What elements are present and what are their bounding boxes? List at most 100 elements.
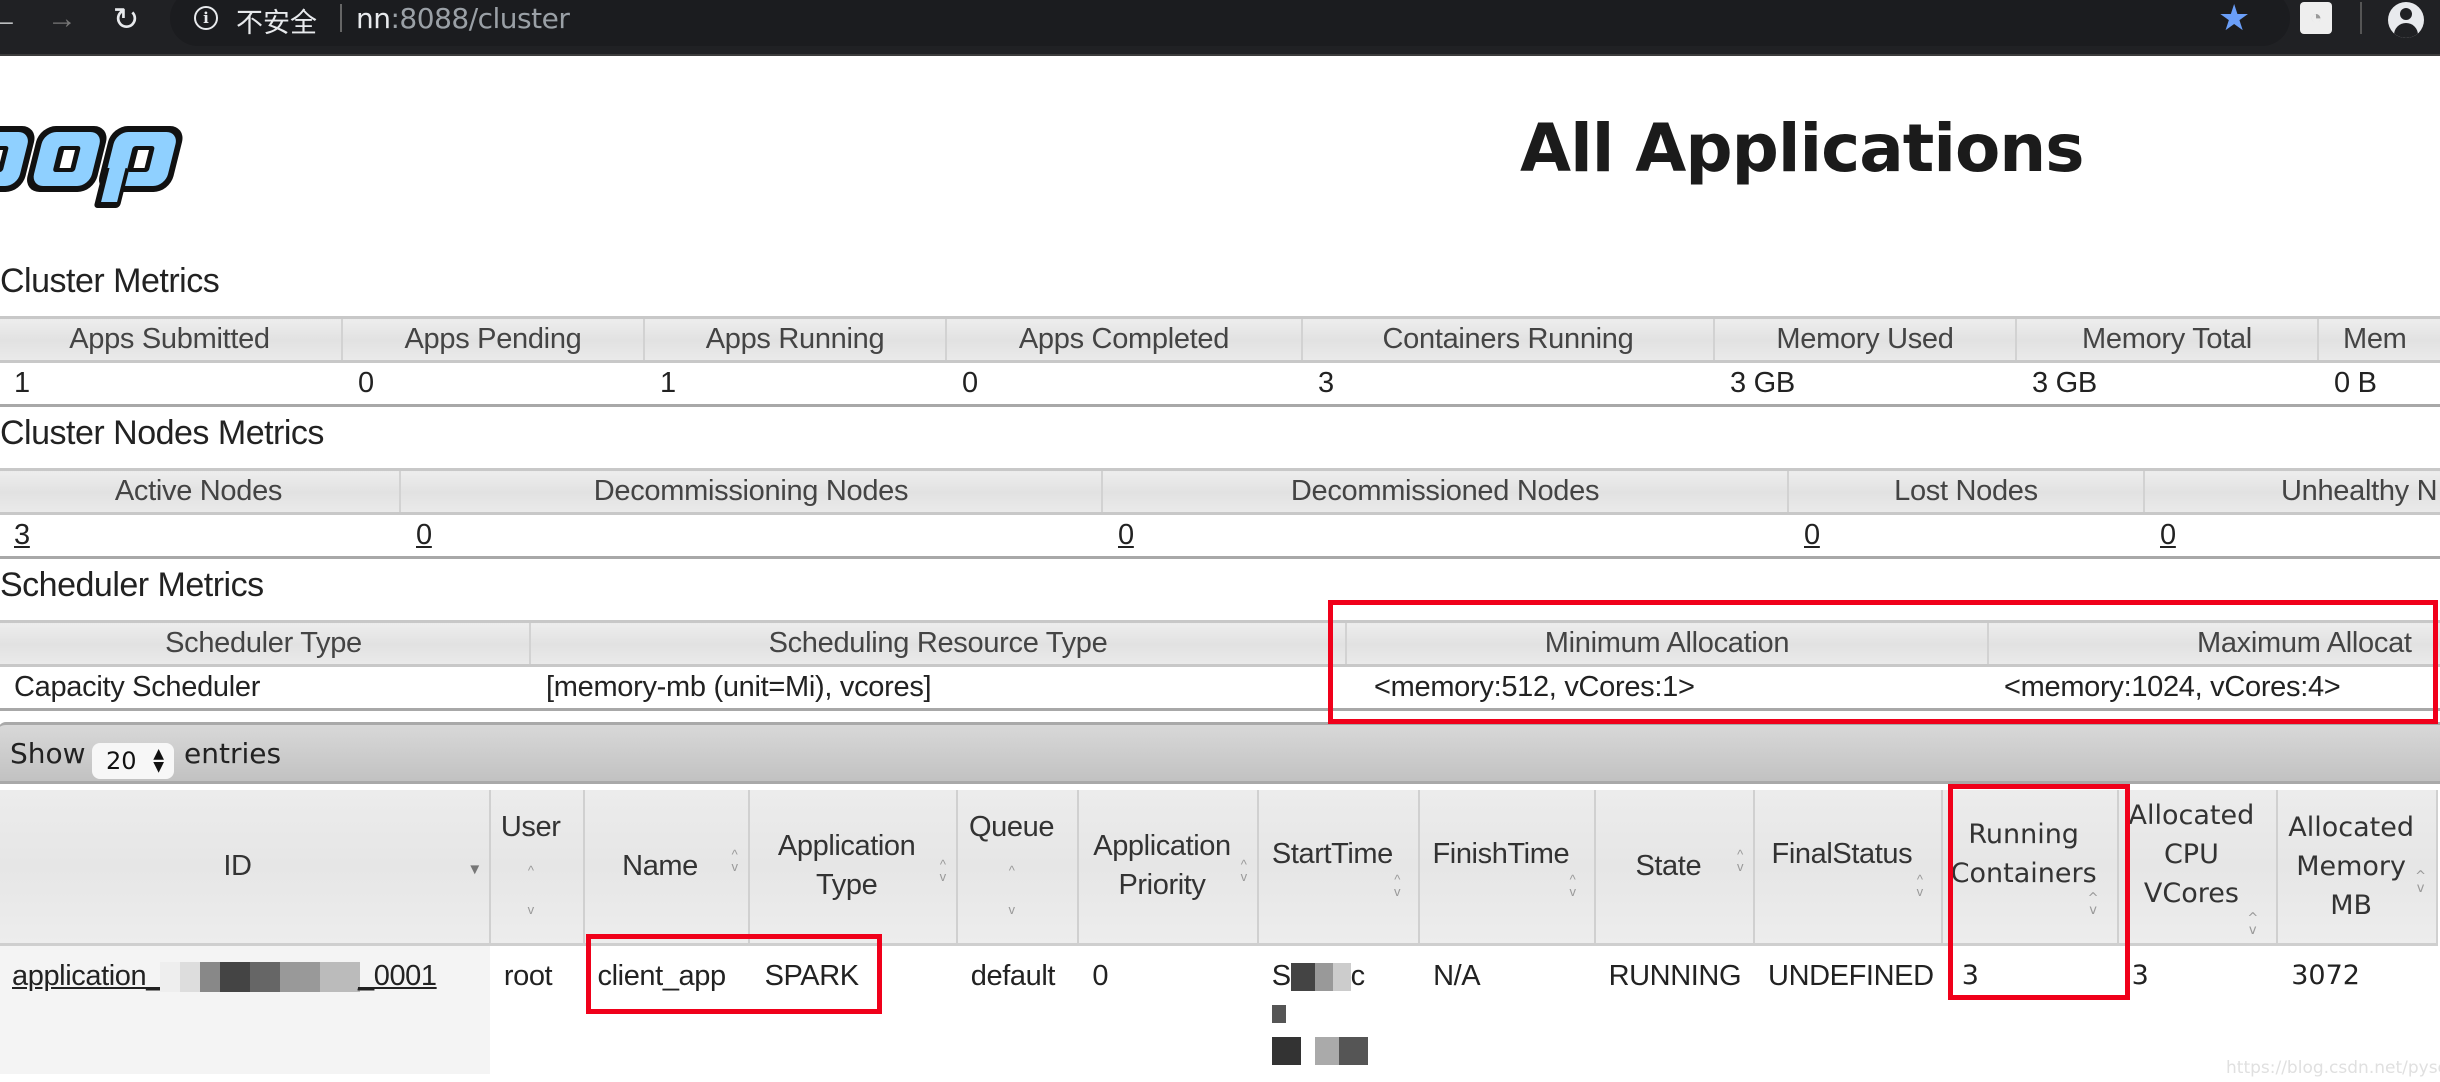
user-cell: root (503, 959, 553, 992)
column-header-running-containers[interactable]: Running Containers ^ v (1941, 790, 2119, 946)
finish-time-cell: N/A (1433, 959, 1481, 992)
sort-both-icon: ^ v (2415, 869, 2426, 897)
column-header: Memory Total (2016, 316, 2319, 363)
column-header: Scheduling Resource Type (530, 620, 1347, 667)
memory-total-value: 3 GB (2016, 361, 2318, 407)
type-cell: SPARK (764, 959, 860, 992)
sort-both-icon: ^ v (1569, 871, 1576, 899)
memory-reserved-value: 0 B (2318, 361, 2440, 407)
column-label: Name (622, 849, 698, 882)
sort-both-icon: ^ v (731, 847, 738, 875)
column-header-start-time[interactable]: StartTime ^ v (1257, 790, 1421, 946)
column-header: Containers Running (1302, 316, 1715, 363)
decommissioning-nodes-link[interactable]: 0 (416, 519, 432, 551)
url-text[interactable]: nn:8088/cluster (356, 2, 570, 35)
applications-table: ID ▾ User ^ v Name ^ v Application Type ^ v Queu… (0, 790, 2438, 1074)
column-label: State (1635, 849, 1702, 882)
cluster-metrics-table: Apps Submitted Apps Pending Apps Running… (0, 316, 2440, 407)
url-host: nn (356, 2, 391, 35)
apps-completed-value: 0 (946, 361, 1302, 407)
column-header-name[interactable]: Name ^ v (583, 790, 750, 946)
column-header-application-priority[interactable]: Application Priority ^ v (1078, 790, 1259, 946)
column-header-state[interactable]: State ^ v (1594, 790, 1756, 946)
column-header-user[interactable]: User ^ v (489, 790, 585, 946)
profile-icon[interactable] (2388, 2, 2424, 38)
scheduling-resource-type-value: [memory-mb (unit=Mi), vcores] (530, 665, 1346, 711)
sort-both-icon: ^ v (527, 862, 535, 917)
redacted-block (1271, 1004, 1286, 1023)
column-label: Memory (2296, 850, 2407, 882)
back-arrow-icon[interactable]: ← (0, 0, 19, 38)
column-header: Apps Running (644, 316, 947, 363)
unhealthy-nodes-link[interactable]: 0 (2160, 519, 2176, 551)
redacted-block (160, 961, 360, 992)
priority-cell: 0 (1092, 959, 1109, 992)
star-icon[interactable]: ★ (2218, 0, 2250, 36)
column-header-queue[interactable]: Queue ^ v (956, 790, 1080, 946)
column-label: Type (816, 869, 878, 902)
maximum-allocation-value: <memory:1024, vCores:4> (1988, 665, 2440, 711)
column-label: Allocated (2288, 811, 2414, 843)
column-header-finish-time[interactable]: FinishTime ^ v (1419, 790, 1596, 946)
allocated-memory-cell: 3072 (2291, 959, 2360, 991)
page-length-select[interactable]: 20 ▲ ▼ (92, 743, 174, 779)
column-label: Priority (1118, 869, 1206, 902)
table-header-row: Scheduler Type Scheduling Resource Type … (0, 620, 2440, 667)
column-header: Memory Used (1714, 316, 2017, 363)
column-label: Application (777, 830, 916, 863)
watermark: https://blog.csdn.net/pysense (2226, 1058, 2440, 1078)
url-divider (340, 4, 342, 32)
column-header-final-status[interactable]: FinalStatus ^ v (1754, 790, 1943, 946)
column-header-allocated-memory[interactable]: Allocated Memory MB ^ v (2277, 790, 2438, 946)
queue-cell: default (970, 959, 1056, 992)
column-header-allocated-vcores[interactable]: Allocated CPU VCores ^ v (2117, 790, 2279, 946)
containers-running-value: 3 (1302, 361, 1714, 407)
column-header-application-type[interactable]: Application Type ^ v (748, 790, 958, 946)
page-title: All Applications (1520, 110, 2085, 187)
column-label: Containers (1950, 858, 2097, 890)
redacted-block (1271, 1036, 1368, 1065)
column-label: Allocated (2128, 799, 2255, 831)
column-label: FinalStatus (1771, 837, 1913, 870)
apps-submitted-value: 1 (0, 361, 342, 407)
info-icon[interactable]: i (194, 6, 218, 30)
column-label: MB (2330, 889, 2373, 921)
app-id-link[interactable]: application_ _0001 (12, 960, 437, 992)
browser-toolbar: ← → ↻ i 不安全 nn:8088/cluster ★ ◔ (0, 0, 2440, 56)
redacted-block (1290, 962, 1351, 991)
column-header: Decommissioned Nodes (1102, 468, 1789, 515)
reload-icon[interactable]: ↻ (108, 0, 144, 38)
start-time-redacted: Sc (1271, 959, 1365, 992)
app-id-suffix: _0001 (358, 959, 437, 992)
decommissioned-nodes-link[interactable]: 0 (1118, 519, 1134, 551)
security-label[interactable]: 不安全 (236, 1, 317, 40)
column-header: Lost Nodes (1788, 468, 2145, 515)
table-row: 3 0 0 0 0 (0, 513, 2440, 559)
hadoop-logo[interactable] (0, 118, 210, 210)
sort-both-icon: ^ v (1240, 857, 1248, 885)
sort-both-icon: ^ v (939, 857, 947, 885)
column-label: StartTime (1271, 837, 1393, 870)
table-header-row: ID ▾ User ^ v Name ^ v Application Type ^ v Queu… (0, 790, 2438, 946)
sort-both-icon: ^ v (1916, 871, 1924, 899)
lost-nodes-link[interactable]: 0 (1804, 519, 1820, 551)
column-header: Apps Completed (946, 316, 1303, 363)
speedometer-icon[interactable]: ◔ (2300, 2, 2332, 34)
cluster-nodes-metrics-table: Active Nodes Decommissioning Nodes Decom… (0, 468, 2440, 559)
active-nodes-link[interactable]: 3 (14, 519, 30, 551)
table-row: application_ _0001 root client_app SPARK … (0, 944, 2437, 1074)
final-status-cell: UNDEFINED (1768, 959, 1934, 992)
column-header-id[interactable]: ID ▾ (0, 790, 491, 946)
name-cell: client_app (597, 959, 727, 992)
table-row: 1 0 1 0 3 3 GB 3 GB 0 B (0, 361, 2440, 407)
forward-arrow-icon[interactable]: → (44, 0, 80, 38)
scheduler-metrics-title: Scheduler Metrics (0, 566, 264, 604)
column-header: Apps Pending (342, 316, 645, 363)
column-header: Active Nodes (0, 468, 401, 515)
sort-both-icon: ^ v (1008, 862, 1015, 917)
column-label: Queue (969, 810, 1055, 843)
column-header: Decommissioning Nodes (400, 468, 1103, 515)
memory-used-value: 3 GB (1714, 361, 2016, 407)
app-id-prefix: application_ (12, 959, 162, 992)
column-label: VCores (2143, 877, 2239, 909)
